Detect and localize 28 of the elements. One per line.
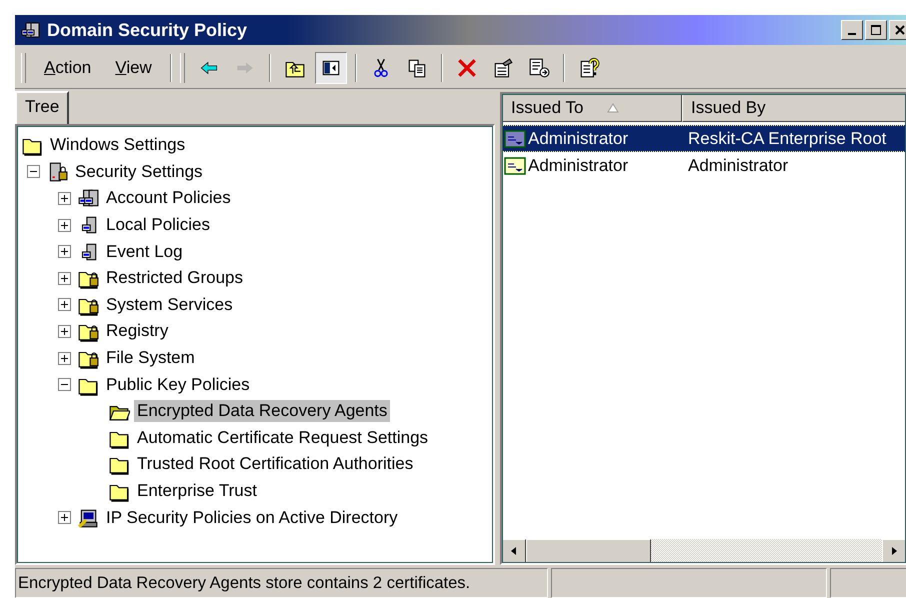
list-row[interactable]: Administrator Reskit-CA Enterprise Root — [502, 125, 906, 152]
tree-item[interactable]: System Services — [103, 294, 236, 316]
tree-item[interactable]: Security Settings — [72, 160, 206, 183]
tree-item[interactable]: Registry — [103, 320, 172, 342]
column-header[interactable]: Issued To — [502, 94, 682, 122]
tree-item[interactable]: Automatic Certificate Request Settings — [134, 426, 432, 449]
tree-item[interactable]: File System — [103, 347, 198, 370]
tree-item[interactable]: Enterprise Trust — [134, 480, 260, 502]
list-row[interactable]: Administrator Administrator — [502, 152, 906, 179]
tree-item[interactable]: Windows Settings — [47, 134, 188, 156]
tree-item[interactable]: Restricted Groups — [103, 267, 246, 290]
tree-item[interactable]: Encrypted Data Recovery Agents — [134, 400, 390, 422]
tree-item[interactable]: Local Policies — [103, 214, 213, 236]
tree-item[interactable]: IP Security Policies on Active Directory — [103, 506, 401, 529]
window-title: Domain Security Policy — [47, 20, 248, 40]
table-cell-text: Administrator — [687, 156, 788, 176]
table-cell-text: Administrator — [528, 156, 630, 176]
tree-item[interactable]: Account Policies — [103, 187, 234, 210]
table-cell-text: Reskit-CA Enterprise Root — [687, 128, 886, 148]
tree-item[interactable]: Public Key Policies — [103, 374, 253, 396]
status-text: Encrypted Data Recovery Agents store contains 2 certificates. — [18, 574, 470, 592]
table-cell-text: Administrator — [528, 128, 630, 148]
tree-item[interactable]: Trusted Root Certification Authorities — [134, 453, 416, 476]
menu-item[interactable]: View — [103, 54, 164, 82]
tab[interactable]: Tree — [15, 91, 70, 124]
menu-item[interactable]: Action — [32, 54, 104, 82]
column-header[interactable]: Issued By — [682, 94, 906, 122]
tree-item[interactable]: Event Log — [103, 240, 186, 263]
